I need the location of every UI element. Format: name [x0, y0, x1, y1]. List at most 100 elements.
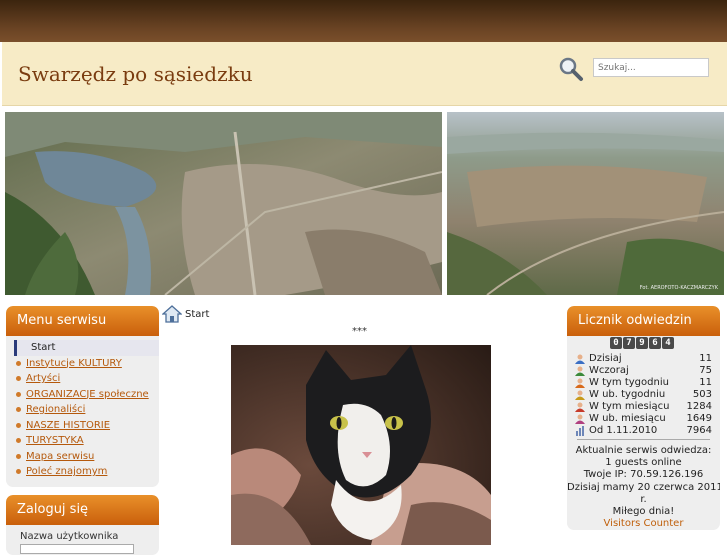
visitor-counter-panel: Licznik odwiedzin 07964 Dzisiaj 11 Wczor…: [567, 306, 720, 530]
today-date-text: Dzisiaj mamy 20 czerwca 2011: [567, 481, 720, 493]
user-body: [575, 408, 585, 412]
bullet-icon: [16, 407, 21, 412]
banner-photo-left: [5, 112, 442, 295]
odometer-digit: 4: [662, 337, 674, 349]
visitor-counter-title: Licznik odwiedzin: [567, 306, 720, 336]
user-icon: [575, 414, 585, 424]
stat-label: Od 1.11.2010: [589, 425, 658, 436]
login-panel: Zaloguj się Nazwa użytkownika: [6, 495, 159, 555]
stat-label: Dzisiaj: [589, 353, 622, 364]
content-separator: ***: [352, 326, 367, 337]
stat-row-last-week: W ub. tygodniu 503: [575, 389, 712, 401]
stat-label: W tym miesiącu: [589, 401, 670, 412]
header-banner: Fot. AEROFOTO-KACZMARCZYK: [5, 112, 724, 295]
menu-item-artysci[interactable]: Artyści: [6, 371, 159, 387]
menu-item-organizacje[interactable]: ORGANIZACJE społeczne: [6, 387, 159, 403]
menu-panel: Menu serwisu Start Instytucje KULTURY Ar…: [6, 306, 159, 487]
chart-bar: [579, 428, 581, 436]
odometer-digit: 9: [636, 337, 648, 349]
stat-row-this-week: W tym tygodniu 11: [575, 377, 712, 389]
stat-label: W ub. miesiącu: [589, 413, 666, 424]
counter-divider: [577, 439, 710, 440]
user-body: [575, 372, 585, 376]
user-body: [575, 420, 585, 424]
odometer-digit: 7: [623, 337, 635, 349]
photo-credit: Fot. AEROFOTO-KACZMARCZYK: [639, 285, 718, 291]
bullet-icon: [16, 422, 21, 428]
user-icon: [575, 354, 585, 364]
visitors-counter-link[interactable]: Visitors Counter: [567, 518, 720, 530]
user-icon: [575, 366, 585, 376]
chart-bar: [576, 431, 578, 436]
menu-item-label[interactable]: TURYSTYKA: [26, 435, 84, 446]
visitor-odometer: 07964: [610, 337, 674, 349]
banner-photo-right: [447, 112, 724, 295]
stat-row-today: Dzisiaj 11: [575, 353, 712, 365]
stat-row-this-month: W tym miesiącu 1284: [575, 401, 712, 413]
bullet-icon: [16, 376, 21, 381]
menu-item-label[interactable]: Poleć znajomym: [26, 466, 107, 477]
menu-item-label[interactable]: Regionaliści: [26, 404, 85, 415]
stat-value: 1284: [686, 401, 712, 412]
stat-value: 7964: [686, 425, 712, 436]
greeting-text: Miłego dnia!: [612, 506, 675, 518]
odometer-digit: 6: [649, 337, 661, 349]
stat-row-total: Od 1.11.2010 7964: [575, 425, 712, 437]
stat-value: 11: [699, 377, 712, 388]
kitten-photo: [231, 345, 491, 545]
guests-online-text: 1 guests online: [605, 457, 682, 469]
menu-item-label[interactable]: Artyści: [26, 373, 60, 384]
menu-item-start[interactable]: Start: [14, 340, 159, 356]
odometer-digit: 0: [610, 337, 622, 349]
menu-panel-title: Menu serwisu: [6, 306, 159, 336]
stat-value: 1649: [686, 413, 712, 424]
stat-value: 75: [699, 365, 712, 376]
stat-row-last-month: W ub. miesiącu 1649: [575, 413, 712, 425]
menu-item-nasze-historie[interactable]: NASZE HISTORIE: [6, 418, 159, 434]
stat-row-yesterday: Wczoraj 75: [575, 365, 712, 377]
bullet-icon: [16, 469, 21, 474]
today-date-text-suffix: r.: [640, 493, 647, 505]
user-body: [575, 396, 585, 400]
login-panel-title: Zaloguj się: [6, 495, 159, 525]
bullet-icon: [16, 438, 21, 443]
menu-item-label[interactable]: NASZE HISTORIE: [26, 420, 110, 431]
home-icon[interactable]: [162, 305, 182, 323]
chart-icon: [576, 426, 584, 436]
stat-value: 503: [692, 389, 712, 400]
user-icon: [575, 378, 585, 388]
your-ip-text: Twoje IP: 70.59.126.196: [583, 469, 704, 481]
menu-item-label[interactable]: Mapa serwisu: [26, 451, 94, 462]
search-input[interactable]: [593, 58, 709, 77]
menu-item-mapa-serwisu[interactable]: Mapa serwisu: [6, 449, 159, 465]
bullet-icon: [16, 391, 21, 397]
bullet-icon: [16, 360, 21, 366]
stat-label: W tym tygodniu: [589, 377, 669, 388]
user-icon: [575, 390, 585, 400]
user-icon: [575, 402, 585, 412]
bullet-icon: [16, 453, 21, 459]
site-title[interactable]: Swarzędz po sąsiedzku: [18, 62, 253, 86]
menu-item-instytucje-kultury[interactable]: Instytucje KULTURY: [6, 356, 159, 372]
menu-item-polec-znajomym[interactable]: Poleć znajomym: [6, 464, 159, 480]
menu-item-turystyka[interactable]: TURYSTYKA: [6, 433, 159, 449]
stat-label: Wczoraj: [589, 365, 629, 376]
now-visiting-text: Aktualnie serwis odwiedza:: [575, 445, 712, 456]
stat-value: 11: [699, 353, 712, 364]
search-icon[interactable]: [558, 56, 584, 82]
site-header: Swarzędz po sąsiedzku: [2, 42, 727, 106]
menu-item-label[interactable]: Instytucje KULTURY: [26, 358, 122, 369]
menu-item-label[interactable]: ORGANIZACJE społeczne: [26, 389, 149, 400]
username-field[interactable]: [20, 544, 134, 554]
breadcrumb-current: Start: [185, 309, 210, 320]
menu-item-label: Start: [31, 342, 56, 353]
menu-list: Start Instytucje KULTURY Artyści ORGANIZ…: [6, 336, 159, 480]
user-body: [575, 360, 585, 364]
menu-item-regionalisci[interactable]: Regionaliści: [6, 402, 159, 418]
stat-label: W ub. tygodniu: [589, 389, 666, 400]
counter-info: Aktualnie serwis odwiedza: 1 guests onli…: [567, 445, 720, 530]
user-body: [575, 384, 585, 388]
username-label: Nazwa użytkownika: [20, 531, 119, 542]
top-bar: [0, 0, 727, 42]
chart-bar: [582, 426, 584, 436]
